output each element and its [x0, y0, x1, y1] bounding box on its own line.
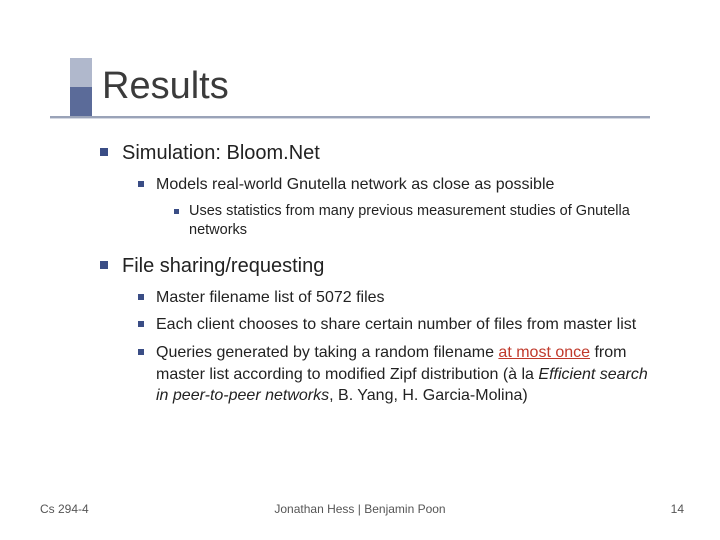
footer-center: Jonathan Hess | Benjamin Poon: [0, 502, 720, 516]
title-accent: [70, 58, 92, 116]
title-underline: [50, 116, 650, 118]
bullet-text: File sharing/requesting: [122, 253, 324, 279]
slide-number: 14: [671, 502, 684, 516]
bullet-level1: Simulation: Bloom.Net: [100, 140, 660, 166]
text-run: Queries generated by taking a random fil…: [156, 344, 498, 361]
square-bullet-icon: [138, 321, 144, 327]
bullet-level2: Queries generated by taking a random fil…: [138, 342, 660, 407]
square-bullet-icon: [138, 181, 144, 187]
slide-title: Results: [102, 58, 229, 116]
bullet-text: Each client chooses to share certain num…: [156, 314, 636, 336]
square-bullet-icon: [138, 294, 144, 300]
bullet-text: Models real-world Gnutella network as cl…: [156, 174, 554, 196]
title-accent-light: [70, 58, 92, 87]
slide-title-block: Results: [70, 58, 229, 116]
slide-body: Simulation: Bloom.Net Models real-world …: [100, 140, 660, 407]
bullet-text: Master filename list of 5072 files: [156, 287, 385, 309]
bullet-level3: Uses statistics from many previous measu…: [174, 202, 660, 241]
square-bullet-icon: [100, 148, 108, 156]
square-bullet-icon: [174, 209, 179, 214]
bullet-level2: Master filename list of 5072 files: [138, 287, 660, 309]
square-bullet-icon: [138, 349, 144, 355]
square-bullet-icon: [100, 261, 108, 269]
bullet-text: Uses statistics from many previous measu…: [189, 202, 660, 241]
bullet-text: Simulation: Bloom.Net: [122, 140, 320, 166]
bullet-level1: File sharing/requesting: [100, 253, 660, 279]
bullet-level2: Each client chooses to share certain num…: [138, 314, 660, 336]
text-run: , B. Yang, H. Garcia-Molina): [329, 387, 528, 404]
highlight-text: at most once: [498, 344, 590, 361]
bullet-level2: Models real-world Gnutella network as cl…: [138, 174, 660, 196]
title-accent-dark: [70, 87, 92, 116]
bullet-text: Queries generated by taking a random fil…: [156, 342, 660, 407]
